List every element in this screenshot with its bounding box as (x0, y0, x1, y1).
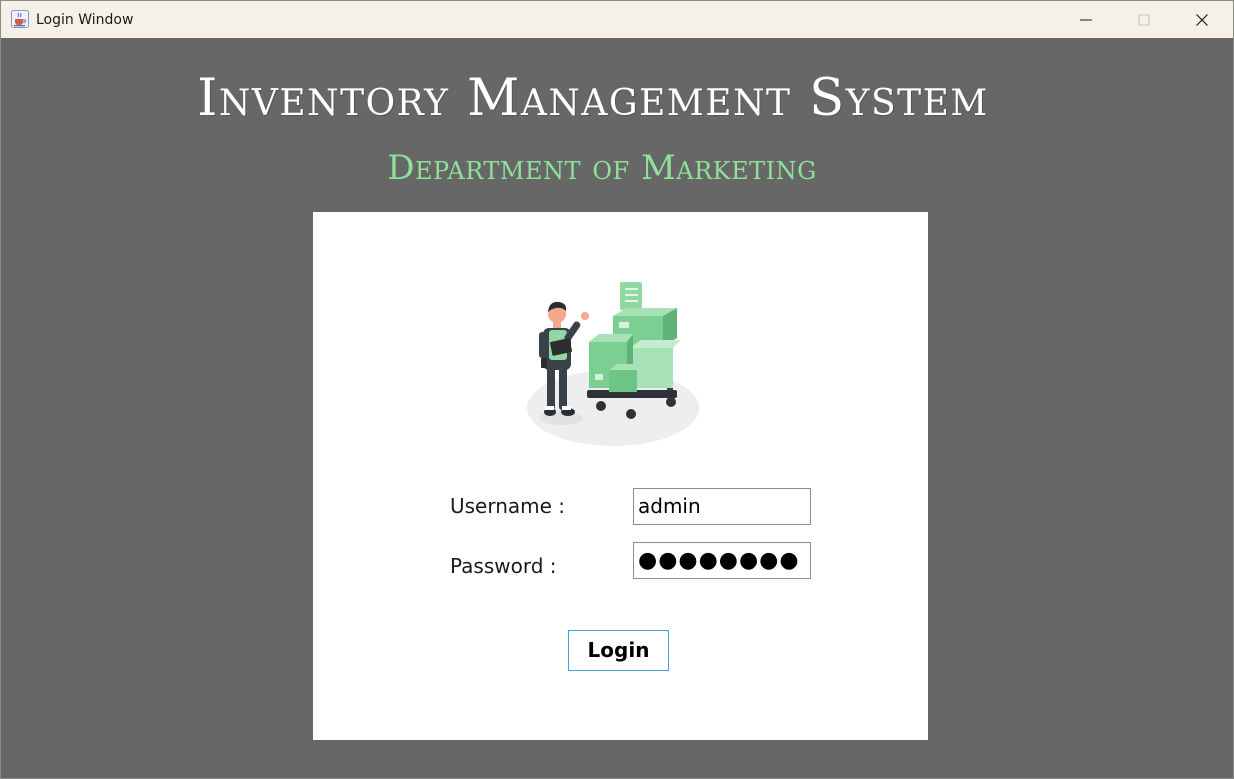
department-subtitle: Department of Marketing (387, 148, 817, 188)
title-bar[interactable]: Login Window (1, 1, 1233, 38)
app-title: Inventory Management System (197, 69, 989, 128)
java-cup-icon (11, 10, 29, 28)
login-button[interactable]: Login (568, 630, 669, 671)
login-panel: Username : admin Password : ●●●●●●●● Log… (313, 212, 928, 740)
window-title: Login Window (36, 12, 134, 28)
minimize-button[interactable] (1057, 1, 1115, 38)
username-label: Username : (450, 494, 566, 518)
minimize-icon (1080, 19, 1092, 21)
close-button[interactable] (1173, 1, 1231, 38)
password-field[interactable]: ●●●●●●●● (633, 542, 811, 579)
warehouse-worker-illustration (527, 282, 699, 446)
close-icon (1196, 14, 1208, 26)
password-label: Password : (450, 554, 557, 578)
login-window: Login Window Inventory Management System… (0, 0, 1234, 779)
maximize-icon (1138, 14, 1150, 26)
username-field[interactable]: admin (633, 488, 811, 525)
maximize-button[interactable] (1115, 1, 1173, 38)
